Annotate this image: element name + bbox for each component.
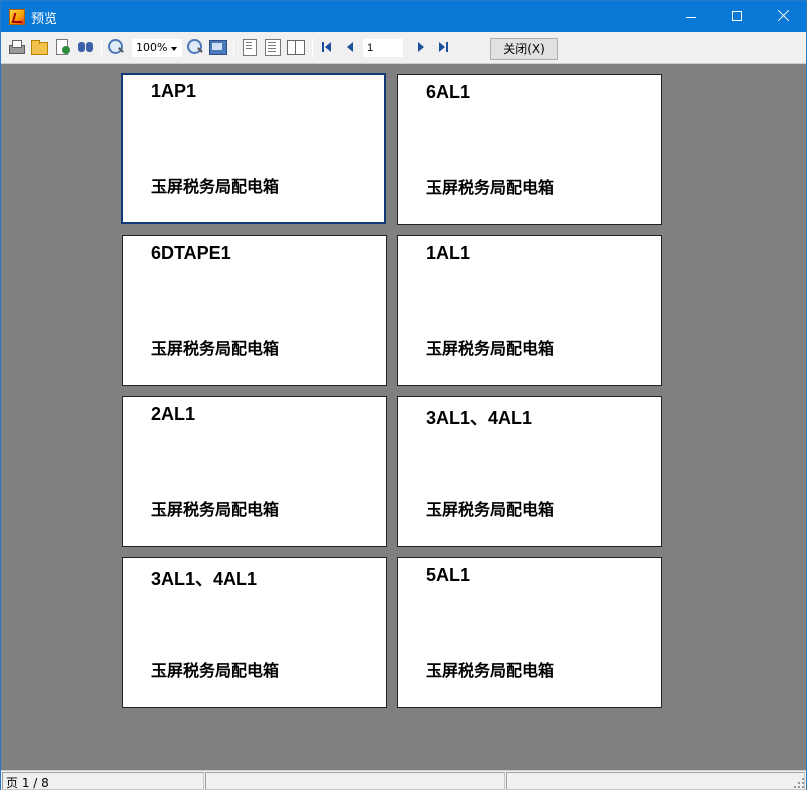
page-name: 玉屏税务局配电箱 — [151, 177, 280, 196]
close-window-button[interactable] — [760, 1, 806, 32]
page-thumbnail[interactable]: 1AL1 玉屏税务局配电箱 — [397, 235, 662, 386]
preview-window: 预览 100% 1 关闭(X) 1AP1 玉屏税务局配电箱 6AL1 玉屏税务局… — [0, 0, 807, 790]
page-count-status: 页 1 / 8 — [6, 776, 49, 790]
page-thumbnail[interactable]: 6DTAPE1 玉屏税务局配电箱 — [122, 235, 387, 386]
page-code: 2AL1 — [151, 404, 196, 424]
first-page-icon[interactable] — [319, 38, 339, 56]
open-icon[interactable] — [30, 38, 50, 56]
page-code: 5AL1 — [426, 565, 471, 585]
page-name: 玉屏税务局配电箱 — [426, 339, 555, 358]
app-icon — [9, 9, 25, 25]
maximize-button[interactable] — [714, 1, 760, 32]
close-icon — [776, 8, 790, 22]
title-bar[interactable]: 预览 — [1, 1, 806, 32]
status-panel — [506, 772, 805, 790]
resize-grip-icon[interactable] — [794, 778, 804, 788]
page-name: 玉屏税务局配电箱 — [151, 661, 280, 680]
close-button[interactable]: 关闭(X) — [490, 38, 558, 60]
next-page-icon[interactable] — [412, 38, 432, 56]
page-name: 玉屏税务局配电箱 — [426, 178, 555, 197]
last-page-icon[interactable] — [434, 38, 454, 56]
toolbar: 100% 1 关闭(X) — [1, 32, 806, 64]
preview-area[interactable]: 1AP1 玉屏税务局配电箱 6AL1 玉屏税务局配电箱 6DTAPE1 玉屏税务… — [1, 64, 806, 770]
page-thumbnail[interactable]: 3AL1、4AL1 玉屏税务局配电箱 — [122, 557, 387, 708]
single-page-icon[interactable] — [240, 38, 260, 56]
zoom-out-icon[interactable] — [186, 38, 206, 56]
multi-page-icon[interactable] — [263, 38, 283, 56]
toolbar-separator — [312, 38, 313, 58]
previous-page-icon[interactable] — [342, 38, 362, 56]
fit-page-icon[interactable] — [208, 38, 228, 56]
zoom-in-icon[interactable] — [107, 38, 127, 56]
minimize-button[interactable] — [668, 1, 714, 32]
zoom-select[interactable]: 100% — [132, 39, 182, 57]
page-code: 1AP1 — [151, 81, 197, 101]
page-number-input[interactable]: 1 — [363, 39, 403, 57]
page-thumbnail[interactable]: 3AL1、4AL1 玉屏税务局配电箱 — [397, 396, 662, 547]
page-name: 玉屏税务局配电箱 — [151, 339, 280, 358]
status-bar: 页 1 / 8 — [1, 770, 806, 790]
toolbar-separator — [101, 38, 102, 58]
zoom-value: 100% — [136, 41, 168, 54]
page-name: 玉屏税务局配电箱 — [426, 661, 555, 680]
page-thumbnail[interactable]: 1AP1 玉屏税务局配电箱 — [121, 73, 386, 224]
find-icon[interactable] — [77, 38, 97, 56]
page-thumbnail[interactable]: 5AL1 玉屏税务局配电箱 — [397, 557, 662, 708]
window-title: 预览 — [31, 12, 58, 27]
page-name: 玉屏税务局配电箱 — [426, 500, 555, 519]
page-thumbnail[interactable]: 6AL1 玉屏税务局配电箱 — [397, 74, 662, 225]
print-icon[interactable] — [7, 38, 27, 56]
page-code: 6AL1 — [426, 82, 471, 102]
toolbar-separator — [233, 38, 234, 58]
page-code: 3AL1、4AL1 — [426, 408, 533, 428]
page-name: 玉屏税务局配电箱 — [151, 500, 280, 519]
minimize-icon — [686, 17, 696, 18]
book-view-icon[interactable] — [286, 38, 306, 56]
chevron-down-icon — [171, 47, 177, 51]
page-code: 6DTAPE1 — [151, 243, 231, 263]
status-panel — [205, 772, 505, 790]
page-code: 1AL1 — [426, 243, 471, 263]
page-code: 3AL1、4AL1 — [151, 569, 258, 589]
export-icon[interactable] — [53, 38, 73, 56]
status-panel-page: 页 1 / 8 — [2, 772, 204, 790]
maximize-icon — [732, 11, 742, 21]
page-thumbnail[interactable]: 2AL1 玉屏税务局配电箱 — [122, 396, 387, 547]
